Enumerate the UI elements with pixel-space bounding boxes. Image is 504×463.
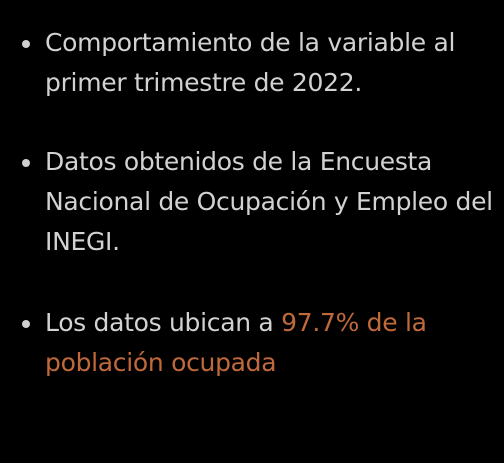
bullet-line-prefix: Los datos ubican a bbox=[45, 308, 282, 337]
highlighted-percentage: 97.7% de la bbox=[281, 308, 427, 337]
bullet-text: Los datos ubican a 97.7% de la población… bbox=[45, 303, 504, 383]
bullet-line: primer trimestre de 2022. bbox=[45, 68, 362, 97]
bullet-text: Datos obtenidos de la Encuesta Nacional … bbox=[45, 142, 504, 262]
bullet-line: Nacional de Ocupación y Empleo del bbox=[45, 187, 493, 216]
bullet-line: Comportamiento de la variable al bbox=[45, 28, 456, 57]
bullet-dot bbox=[22, 159, 30, 167]
bullet-line: Datos obtenidos de la Encuesta bbox=[45, 147, 433, 176]
bullet-line: INEGI. bbox=[45, 227, 120, 256]
bullet-line: Los datos ubican a 97.7% de la bbox=[45, 303, 504, 343]
highlighted-phrase: población ocupada bbox=[45, 348, 277, 377]
bullet-text: Comportamiento de la variable al primer … bbox=[45, 23, 504, 103]
bullet-dot bbox=[22, 320, 30, 328]
bullet-dot bbox=[22, 40, 30, 48]
